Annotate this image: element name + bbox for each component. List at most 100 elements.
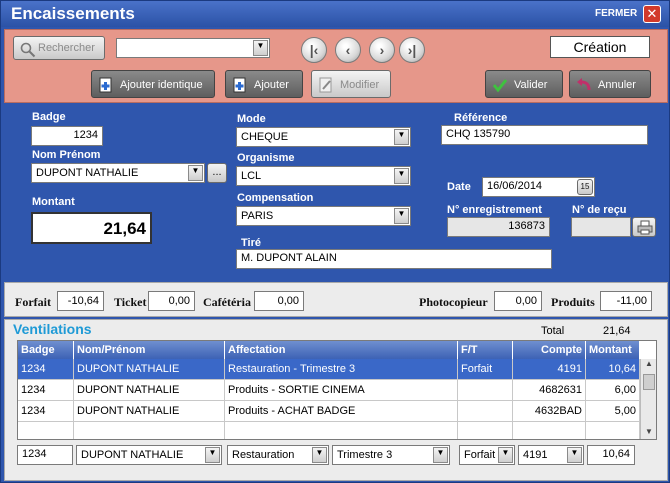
table-row[interactable]: 1234 DUPONT NATHALIE Produits - ACHAT BA…	[18, 401, 640, 422]
cell-badge: 1234	[18, 380, 74, 401]
tire-label: Tiré	[241, 237, 261, 249]
cell-affectation: Produits - SORTIE CINEMA	[225, 380, 458, 401]
search-button[interactable]: Rechercher	[13, 36, 105, 60]
close-icon[interactable]: ✕	[643, 5, 661, 23]
edit-badge-field[interactable]: 1234	[17, 445, 73, 465]
badge-label: Badge	[32, 111, 66, 123]
add-same-button-label: Ajouter identique	[120, 79, 203, 91]
name-combo[interactable]: DUPONT NATHALIE ▼	[31, 163, 205, 183]
search-combo[interactable]: ▼	[116, 38, 270, 58]
validate-button-label: Valider	[514, 79, 548, 91]
next-record-button[interactable]: ›	[369, 37, 395, 63]
name-combo-value: DUPONT NATHALIE	[36, 167, 139, 179]
chevron-down-icon[interactable]: ▼	[567, 447, 582, 463]
table-row-empty[interactable]	[18, 422, 640, 439]
cell-empty	[225, 422, 458, 439]
table-row[interactable]: 1234 DUPONT NATHALIE Produits - SORTIE C…	[18, 380, 640, 401]
enregistrement-label: N° enregistrement	[447, 204, 542, 216]
edit-periode-value: Trimestre 3	[337, 449, 393, 461]
produits-value: -11,00	[600, 291, 652, 311]
name-lookup-button[interactable]: ...	[207, 163, 227, 183]
edit-affectation-combo[interactable]: Restauration ▼	[227, 445, 329, 465]
cancel-button[interactable]: Annuler	[569, 70, 651, 98]
column-header-affectation[interactable]: Affectation	[225, 341, 458, 359]
add-button[interactable]: Ajouter	[225, 70, 303, 98]
photocopieur-value: 0,00	[494, 291, 542, 311]
organisme-combo[interactable]: LCL ▼	[236, 166, 411, 186]
mode-label: Mode	[237, 113, 266, 125]
chevron-down-icon[interactable]: ▼	[394, 208, 409, 224]
search-button-label: Rechercher	[38, 42, 95, 54]
amount-field[interactable]: 21,64	[31, 212, 152, 244]
edit-button-label: Modifier	[340, 79, 380, 91]
table-row[interactable]: 1234 DUPONT NATHALIE Restauration - Trim…	[18, 359, 640, 380]
edit-periode-combo[interactable]: Trimestre 3 ▼	[332, 445, 450, 465]
calendar-icon[interactable]: 15	[577, 179, 593, 195]
cell-compte: 4632BAD	[513, 401, 586, 422]
ventilations-title: Ventilations	[13, 321, 92, 337]
edit-icon	[319, 77, 332, 93]
chevron-down-icon[interactable]: ▼	[205, 447, 220, 463]
cell-badge: 1234	[18, 359, 74, 380]
cell-montant: 6,00	[586, 380, 640, 401]
previous-record-button[interactable]: ‹	[335, 37, 361, 63]
add-document-icon	[99, 77, 112, 93]
edit-button[interactable]: Modifier	[311, 70, 391, 98]
column-header-badge[interactable]: Badge	[18, 341, 74, 359]
scroll-thumb[interactable]	[643, 374, 655, 390]
column-header-ft[interactable]: F/T	[458, 341, 513, 359]
name-label: Nom Prénom	[32, 149, 101, 161]
ventilations-panel: Ventilations Total 21,64 Badge Nom/Préno…	[4, 319, 668, 481]
ventilations-total-value: 21,64	[603, 325, 631, 337]
cafeteria-value: 0,00	[254, 291, 304, 311]
chevron-down-icon[interactable]: ▼	[188, 165, 203, 181]
cell-affectation: Restauration - Trimestre 3	[225, 359, 458, 380]
window-title: Encaissements	[11, 4, 135, 23]
chevron-down-icon[interactable]: ▼	[394, 168, 409, 184]
ventilations-total-label: Total	[541, 325, 565, 337]
chevron-down-icon[interactable]: ▼	[253, 40, 268, 56]
last-record-button[interactable]: ›|	[399, 37, 425, 63]
reference-field[interactable]: CHQ 135790	[441, 125, 648, 145]
forfait-label: Forfait	[15, 295, 51, 309]
chevron-down-icon[interactable]: ▼	[498, 447, 513, 463]
edit-ft-value: Forfait	[464, 449, 496, 461]
column-header-compte[interactable]: Compte	[513, 341, 586, 359]
cell-empty	[18, 422, 74, 439]
add-same-button[interactable]: Ajouter identique	[91, 70, 215, 98]
chevron-down-icon[interactable]: ▼	[312, 447, 327, 463]
cell-ft	[458, 401, 513, 422]
toolbar: Rechercher ▼ |‹ ‹ › ›| Création Ajouter …	[4, 29, 668, 103]
cell-empty	[586, 422, 640, 439]
cancel-button-label: Annuler	[598, 79, 636, 91]
add-button-label: Ajouter	[254, 79, 289, 91]
first-record-button[interactable]: |‹	[301, 37, 327, 63]
edit-compte-combo[interactable]: 4191 ▼	[518, 445, 584, 465]
badge-field[interactable]: 1234	[31, 126, 103, 146]
date-label: Date	[447, 181, 471, 193]
validate-button[interactable]: Valider	[485, 70, 563, 98]
compensation-combo[interactable]: PARIS ▼	[236, 206, 411, 226]
edit-ft-combo[interactable]: Forfait ▼	[459, 445, 515, 465]
scroll-down-icon[interactable]: ▼	[642, 427, 656, 439]
cell-empty	[513, 422, 586, 439]
close-label[interactable]: FERMER	[595, 8, 637, 19]
add-document-icon	[233, 77, 246, 93]
edit-name-combo[interactable]: DUPONT NATHALIE ▼	[76, 445, 222, 465]
print-button[interactable]	[632, 217, 656, 237]
table-scrollbar[interactable]: ▲ ▼	[640, 359, 656, 439]
edit-affectation-value: Restauration	[232, 449, 295, 461]
payment-form: Badge 1234 Nom Prénom DUPONT NATHALIE ▼ …	[4, 105, 668, 278]
column-header-name[interactable]: Nom/Prénom	[74, 341, 225, 359]
cell-name: DUPONT NATHALIE	[74, 359, 225, 380]
mode-combo[interactable]: CHEQUE ▼	[236, 127, 411, 147]
edit-montant-field[interactable]: 10,64	[587, 445, 635, 465]
scroll-up-icon[interactable]: ▲	[642, 359, 656, 373]
reference-label: Référence	[454, 112, 508, 124]
tire-field[interactable]: M. DUPONT ALAIN	[236, 249, 552, 269]
amount-label: Montant	[32, 196, 75, 208]
chevron-down-icon[interactable]: ▼	[394, 129, 409, 145]
chevron-down-icon[interactable]: ▼	[433, 447, 448, 463]
column-header-montant[interactable]: Montant	[586, 341, 640, 359]
cell-compte: 4191	[513, 359, 586, 380]
